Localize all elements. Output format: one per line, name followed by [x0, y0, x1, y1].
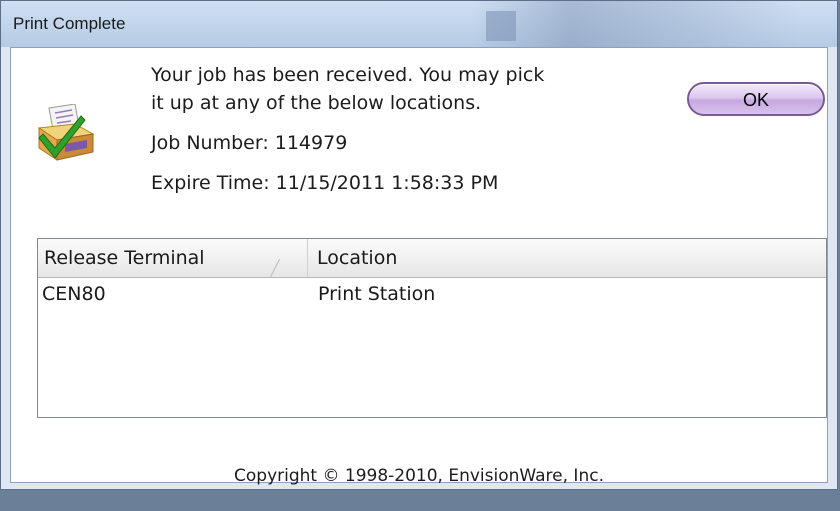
column-header-label: Release Terminal [44, 247, 205, 269]
printer-checkmark-icon [37, 104, 95, 161]
print-complete-dialog: Print Complete Your job has been receive… [0, 0, 838, 490]
background-window-blur [471, 1, 801, 47]
copyright-text: Copyright © 1998-2010, EnvisionWare, Inc… [234, 466, 604, 486]
background-window-icon [486, 11, 516, 41]
dialog-body: Your job has been received. You may pick… [10, 47, 828, 486]
cell-location: Print Station [318, 283, 436, 305]
job-number-label: Job Number: 114979 [151, 132, 348, 154]
list-header: Release Terminal ╱ Location [38, 239, 826, 278]
table-row[interactable]: CEN80 Print Station [38, 279, 826, 309]
message-line-1: Your job has been received. You may pick [151, 64, 545, 86]
column-header-label: Location [317, 247, 398, 269]
title-bar[interactable]: Print Complete [1, 1, 837, 47]
ok-button[interactable]: OK [687, 82, 825, 116]
cell-release-terminal: CEN80 [42, 283, 106, 305]
release-terminal-list[interactable]: Release Terminal ╱ Location CEN80 Print … [37, 238, 827, 418]
message-line-2: it up at any of the below locations. [151, 92, 482, 114]
window-title: Print Complete [13, 14, 126, 33]
column-header-release-terminal[interactable]: Release Terminal ╱ [38, 239, 308, 278]
column-header-location[interactable]: Location [309, 239, 826, 277]
expire-time-label: Expire Time: 11/15/2011 1:58:33 PM [151, 172, 499, 194]
